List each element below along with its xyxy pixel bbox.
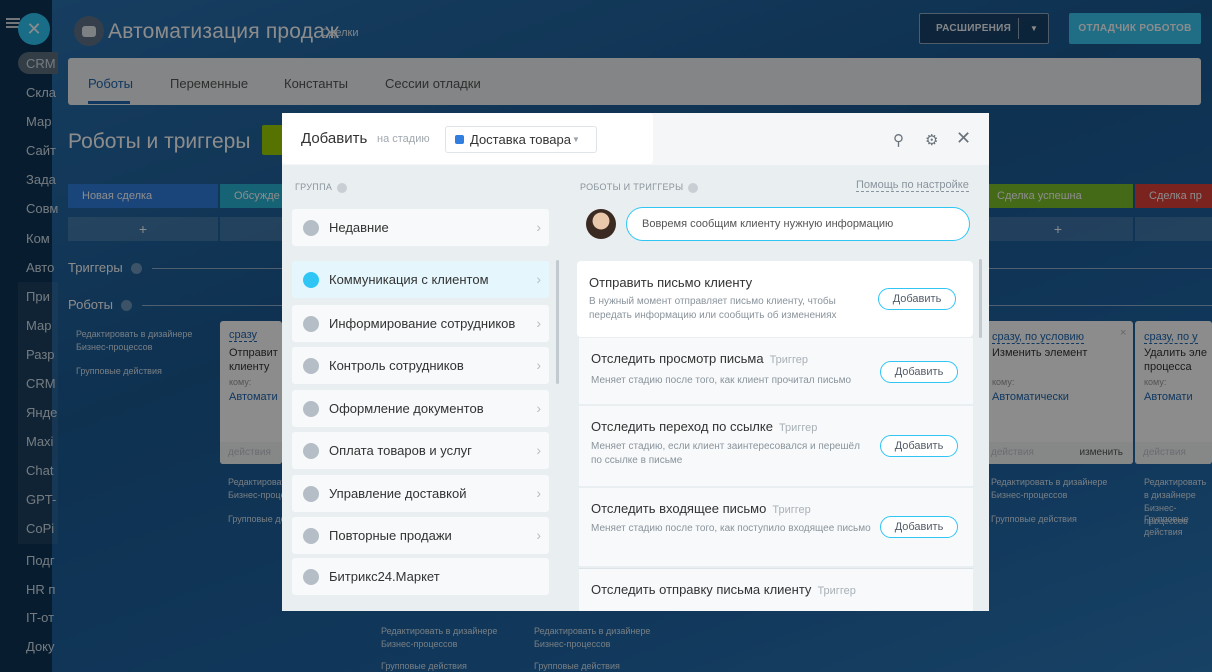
group-item[interactable]: Контроль сотрудников ›	[292, 347, 549, 384]
truck-icon	[303, 486, 319, 502]
group-label: Битрикс24.Маркет	[329, 569, 440, 584]
add-button[interactable]: Добавить	[880, 435, 958, 457]
add-button[interactable]: Добавить	[878, 288, 956, 310]
add-robot-dialog: ⚲ ⚙ ✕ ГРУППА РОБОТЫ И ТРИГГЕРЫ Помощь по…	[282, 113, 989, 611]
scrollbar[interactable]	[979, 259, 982, 338]
group-label: Оформление документов	[329, 401, 484, 416]
stage-color-icon	[455, 135, 464, 144]
chevron-right-icon: ›	[536, 271, 541, 287]
robot-item[interactable]: Отправить письмо клиенту В нужный момент …	[577, 261, 973, 337]
group-item[interactable]: Повторные продажи ›	[292, 517, 549, 554]
dialog-title: Добавить	[301, 130, 368, 147]
chevron-right-icon: ›	[536, 442, 541, 458]
assistant-avatar	[586, 209, 616, 239]
group-item[interactable]: Информирование сотрудников ›	[292, 305, 549, 342]
filter-settings-icon[interactable]: ⚙	[925, 131, 938, 149]
robot-item-title: Отправить письмо клиенту	[589, 275, 758, 290]
stage-name: Доставка товара	[470, 132, 571, 147]
group-item[interactable]: Оформление документов ›	[292, 390, 549, 427]
robot-item-description: Меняет стадию после того, как клиент про…	[591, 375, 852, 386]
robot-item-title: Отследить входящее письмо Триггер	[591, 501, 811, 516]
list-column-header: РОБОТЫ И ТРИГГЕРЫ	[580, 182, 699, 193]
robot-item[interactable]: Отследить отправку письма клиенту Триггер	[579, 569, 973, 611]
robot-item-description: В нужный момент отправляет письмо клиент…	[589, 296, 837, 321]
history-icon	[303, 220, 319, 236]
chat-icon	[303, 272, 319, 288]
dialog-title-bar: Добавить на стадию Доставка товара ▼	[282, 113, 653, 164]
group-label: Информирование сотрудников	[329, 316, 516, 331]
chevron-right-icon: ›	[536, 527, 541, 543]
hint-bubble: Вовремя сообщим клиенту нужную информаци…	[626, 207, 970, 241]
robot-item-title: Отследить просмотр письма Триггер	[591, 351, 808, 366]
chevron-down-icon: ▼	[572, 135, 580, 144]
group-column-header: ГРУППА	[295, 182, 348, 193]
robot-title-text: Отследить входящее письмо	[591, 501, 767, 516]
chevron-right-icon: ›	[536, 219, 541, 235]
robot-item-description: Меняет стадию, если клиент заинтересовал…	[591, 441, 860, 466]
trigger-label: Триггер	[769, 354, 808, 366]
trigger-label: Триггер	[772, 504, 811, 516]
group-item[interactable]: Оплата товаров и услуг ›	[292, 432, 549, 469]
add-button[interactable]: Добавить	[880, 516, 958, 538]
robot-item-title: Отследить отправку письма клиенту Триггер	[591, 582, 856, 597]
close-icon[interactable]: ✕	[956, 128, 971, 149]
stage-prefix: на стадию	[377, 133, 430, 145]
robot-item[interactable]: Отследить переход по ссылке Триггер Меняет…	[579, 406, 973, 486]
chevron-right-icon: ›	[536, 315, 541, 331]
payment-icon	[303, 443, 319, 459]
add-button[interactable]: Добавить	[880, 361, 958, 383]
robot-title-text: Отправить письмо клиенту	[589, 275, 753, 290]
robot-item[interactable]: Отследить входящее письмо Триггер Меняет с…	[579, 488, 973, 566]
group-item[interactable]: Коммуникация с клиентом ›	[292, 261, 549, 298]
stage-selector[interactable]: Доставка товара ▼	[445, 126, 597, 153]
list-header-label: РОБОТЫ И ТРИГГЕРЫ	[580, 182, 684, 192]
robot-title-text: Отследить отправку письма клиенту	[591, 582, 812, 597]
robot-item-description: Меняет стадию после того, как поступило …	[591, 523, 871, 534]
help-icon[interactable]	[337, 182, 348, 193]
group-item[interactable]: Недавние ›	[292, 209, 549, 246]
scrollbar[interactable]	[556, 260, 559, 384]
people-icon	[303, 358, 319, 374]
chevron-right-icon: ›	[536, 400, 541, 416]
market-icon	[303, 569, 319, 585]
setup-help-link[interactable]: Помощь по настройке	[856, 179, 969, 192]
trigger-label: Триггер	[778, 422, 818, 434]
robot-item-title: Отследить переход по ссылке Триггер	[591, 419, 817, 434]
repeat-icon	[303, 528, 319, 544]
robot-title-text: Отследить просмотр письма	[591, 351, 764, 366]
info-icon	[303, 316, 319, 332]
help-icon[interactable]	[688, 182, 699, 193]
chevron-right-icon: ›	[536, 357, 541, 373]
group-item[interactable]: Управление доставкой ›	[292, 475, 549, 512]
group-label: Контроль сотрудников	[329, 358, 464, 373]
document-icon	[303, 401, 319, 417]
robot-title-text: Отследить переход по ссылке	[591, 419, 773, 434]
chevron-right-icon: ›	[536, 485, 541, 501]
group-header-label: ГРУППА	[295, 182, 333, 192]
group-label: Оплата товаров и услуг	[329, 443, 472, 458]
group-label: Коммуникация с клиентом	[329, 272, 489, 287]
group-item[interactable]: Битрикс24.Маркет	[292, 558, 549, 595]
group-label: Управление доставкой	[329, 486, 467, 501]
group-label: Недавние	[329, 220, 389, 235]
robot-item[interactable]: Отследить просмотр письма Триггер Меняет с…	[579, 338, 973, 404]
group-label: Повторные продажи	[329, 528, 452, 543]
trigger-label: Триггер	[817, 585, 856, 597]
search-icon[interactable]: ⚲	[893, 131, 904, 149]
